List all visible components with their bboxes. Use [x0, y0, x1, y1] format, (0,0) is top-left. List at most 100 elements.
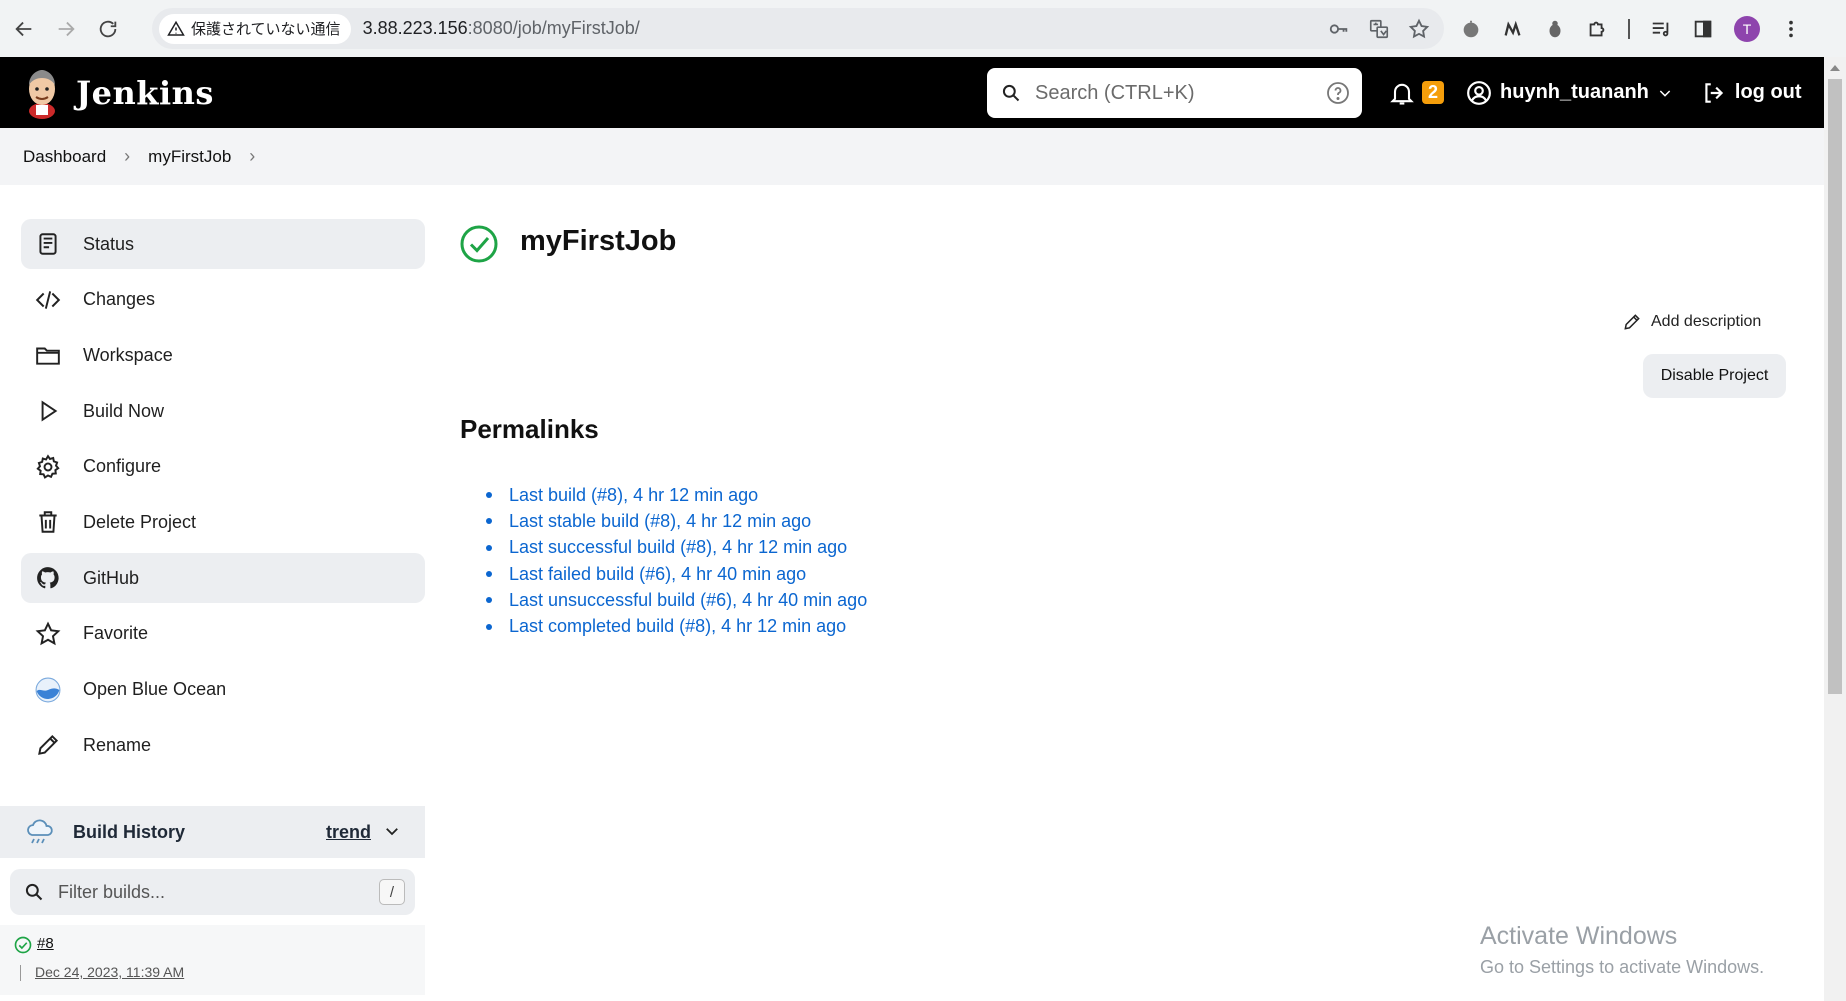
search-box[interactable] — [987, 68, 1362, 118]
build-date-link[interactable]: Dec 24, 2023, 11:39 AM — [35, 964, 184, 980]
bullet — [486, 571, 492, 578]
permalink-last-failed-build[interactable]: Last failed build (#6), 4 hr 40 min ago — [509, 564, 806, 585]
sidebar-item-rename[interactable]: Rename — [21, 720, 425, 770]
url-text[interactable]: 3.88.223.156:8080/job/myFirstJob/ — [363, 18, 640, 39]
jenkins-logo-icon[interactable] — [22, 67, 62, 119]
permalink-last-stable-build[interactable]: Last stable build (#8), 4 hr 12 min ago — [509, 511, 811, 532]
sidebar-item-label: Open Blue Ocean — [83, 679, 227, 699]
chevron-down-icon — [1659, 89, 1671, 97]
key-icon[interactable] — [1328, 18, 1350, 40]
tomato-extension-icon[interactable] — [1460, 18, 1482, 40]
trend-link[interactable]: trend — [326, 822, 371, 843]
notification-badge[interactable]: 2 — [1422, 81, 1445, 104]
build-row[interactable]: #8 Dec 24, 2023, 11:39 AM — [0, 925, 425, 995]
chevron-right-icon[interactable]: › — [249, 146, 255, 167]
filter-shortcut-key: / — [379, 879, 405, 905]
arrow-left-icon — [15, 21, 32, 36]
list-item: Last unsuccessful build (#6), 4 hr 40 mi… — [486, 587, 867, 613]
sidebar-item-workspace[interactable]: Workspace — [21, 330, 425, 380]
blue-ocean-icon — [34, 676, 62, 704]
pencil-icon — [34, 731, 62, 759]
permalink-last-successful-build[interactable]: Last successful build (#8), 4 hr 12 min … — [509, 537, 847, 558]
sidebar-item-github[interactable]: GitHub — [21, 553, 425, 604]
build-history-title: Build History — [73, 821, 186, 842]
add-description-link[interactable]: Add description — [1622, 312, 1761, 332]
star-bookmark-icon[interactable] — [1408, 18, 1430, 40]
chevron-down-icon[interactable] — [383, 822, 401, 840]
back-button[interactable] — [6, 11, 42, 47]
permalink-last-build[interactable]: Last build (#8), 4 hr 12 min ago — [509, 485, 758, 506]
activate-windows-watermark: Activate Windows Go to Settings to activ… — [1480, 922, 1764, 978]
puzzle-extension-icon[interactable] — [1586, 18, 1608, 40]
sidebar: Status Changes Workspace Build Now Confi… — [21, 219, 425, 776]
add-description-label: Add description — [1651, 313, 1762, 330]
sidebar-item-changes[interactable]: Changes — [21, 275, 425, 325]
bell-icon[interactable] — [1388, 79, 1416, 107]
side-panel-icon[interactable] — [1692, 18, 1714, 40]
sidebar-item-build-now[interactable]: Build Now — [21, 386, 425, 436]
toolbar-separator — [1628, 18, 1630, 39]
sidebar-item-status[interactable]: Status — [21, 219, 425, 269]
gear-icon — [34, 453, 62, 481]
scrollbar-thumb[interactable] — [1828, 79, 1842, 694]
translate-icon[interactable] — [1368, 18, 1390, 40]
breadcrumb-dashboard[interactable]: Dashboard — [23, 147, 106, 167]
search-input[interactable] — [1035, 81, 1315, 105]
status-icon — [34, 230, 62, 258]
build-history-header: Build History trend — [0, 806, 425, 858]
security-chip[interactable]: 保護されていない通信 — [159, 13, 351, 44]
permalink-last-unsuccessful-build[interactable]: Last unsuccessful build (#6), 4 hr 40 mi… — [509, 590, 867, 611]
reload-icon — [99, 20, 117, 37]
page-scrollbar[interactable] — [1824, 57, 1846, 1001]
sidebar-item-label: Workspace — [83, 344, 173, 365]
logout-link[interactable]: log out — [1701, 80, 1802, 106]
reload-button[interactable] — [90, 11, 126, 47]
address-bar[interactable]: 保護されていない通信 3.88.223.156:8080/job/myFirst… — [152, 8, 1444, 49]
star-icon — [34, 620, 62, 648]
watermark-line-2: Go to Settings to activate Windows. — [1480, 957, 1765, 977]
breadcrumb-myfirstjob[interactable]: myFirstJob — [148, 147, 231, 167]
help-icon[interactable] — [1326, 81, 1350, 105]
sidebar-item-label: Rename — [83, 734, 152, 755]
bug-extension-icon[interactable] — [1544, 18, 1566, 40]
sidebar-item-configure[interactable]: Configure — [21, 442, 425, 492]
logout-icon — [1705, 82, 1724, 103]
filter-builds-box[interactable]: / — [10, 869, 415, 915]
build-row-divider — [20, 965, 21, 981]
media-control-icon[interactable] — [1650, 18, 1672, 40]
url-host: 3.88.223.156 — [362, 18, 468, 38]
sidebar-item-delete-project[interactable]: Delete Project — [21, 497, 425, 547]
profile-avatar[interactable]: T — [1734, 15, 1760, 42]
play-icon — [34, 397, 62, 425]
browser-toolbar: 保護されていない通信 3.88.223.156:8080/job/myFirst… — [0, 0, 1846, 57]
scroll-up-arrow[interactable] — [1830, 65, 1840, 71]
folder-icon — [34, 341, 62, 369]
page-title: myFirstJob — [520, 225, 677, 257]
m-extension-icon[interactable] — [1502, 18, 1524, 40]
bullet — [486, 623, 492, 630]
app-title[interactable]: Jenkins — [76, 74, 214, 112]
permalink-last-completed-build[interactable]: Last completed build (#8), 4 hr 12 min a… — [509, 616, 846, 637]
sidebar-item-label: GitHub — [83, 567, 140, 588]
more-menu-icon[interactable] — [1780, 18, 1802, 40]
search-icon — [1002, 84, 1020, 102]
permalinks-list: Last build (#8), 4 hr 12 min ago Last st… — [486, 482, 867, 640]
bullet — [486, 544, 492, 551]
watermark-line-1: Activate Windows — [1480, 922, 1678, 950]
sidebar-item-open-blue-ocean[interactable]: Open Blue Ocean — [21, 665, 425, 715]
list-item: Last stable build (#8), 4 hr 12 min ago — [486, 508, 867, 534]
breadcrumb: Dashboard › myFirstJob › — [0, 128, 1824, 185]
sidebar-item-favorite[interactable]: Favorite — [21, 609, 425, 659]
filter-builds-input[interactable] — [58, 881, 358, 903]
sidebar-item-label: Favorite — [83, 623, 149, 644]
disable-project-button[interactable]: Disable Project — [1643, 354, 1786, 398]
list-item: Last failed build (#6), 4 hr 40 min ago — [486, 561, 867, 587]
jenkins-header: Jenkins 2 huynh_tuananh log out — [0, 57, 1824, 128]
forward-button[interactable] — [48, 11, 84, 47]
username: huynh_tuananh — [1500, 81, 1649, 103]
trash-icon — [34, 508, 62, 536]
pencil-icon — [1624, 314, 1640, 330]
logout-label: log out — [1734, 81, 1802, 103]
user-menu[interactable]: huynh_tuananh — [1466, 80, 1673, 106]
build-number-link[interactable]: #8 — [37, 935, 54, 952]
